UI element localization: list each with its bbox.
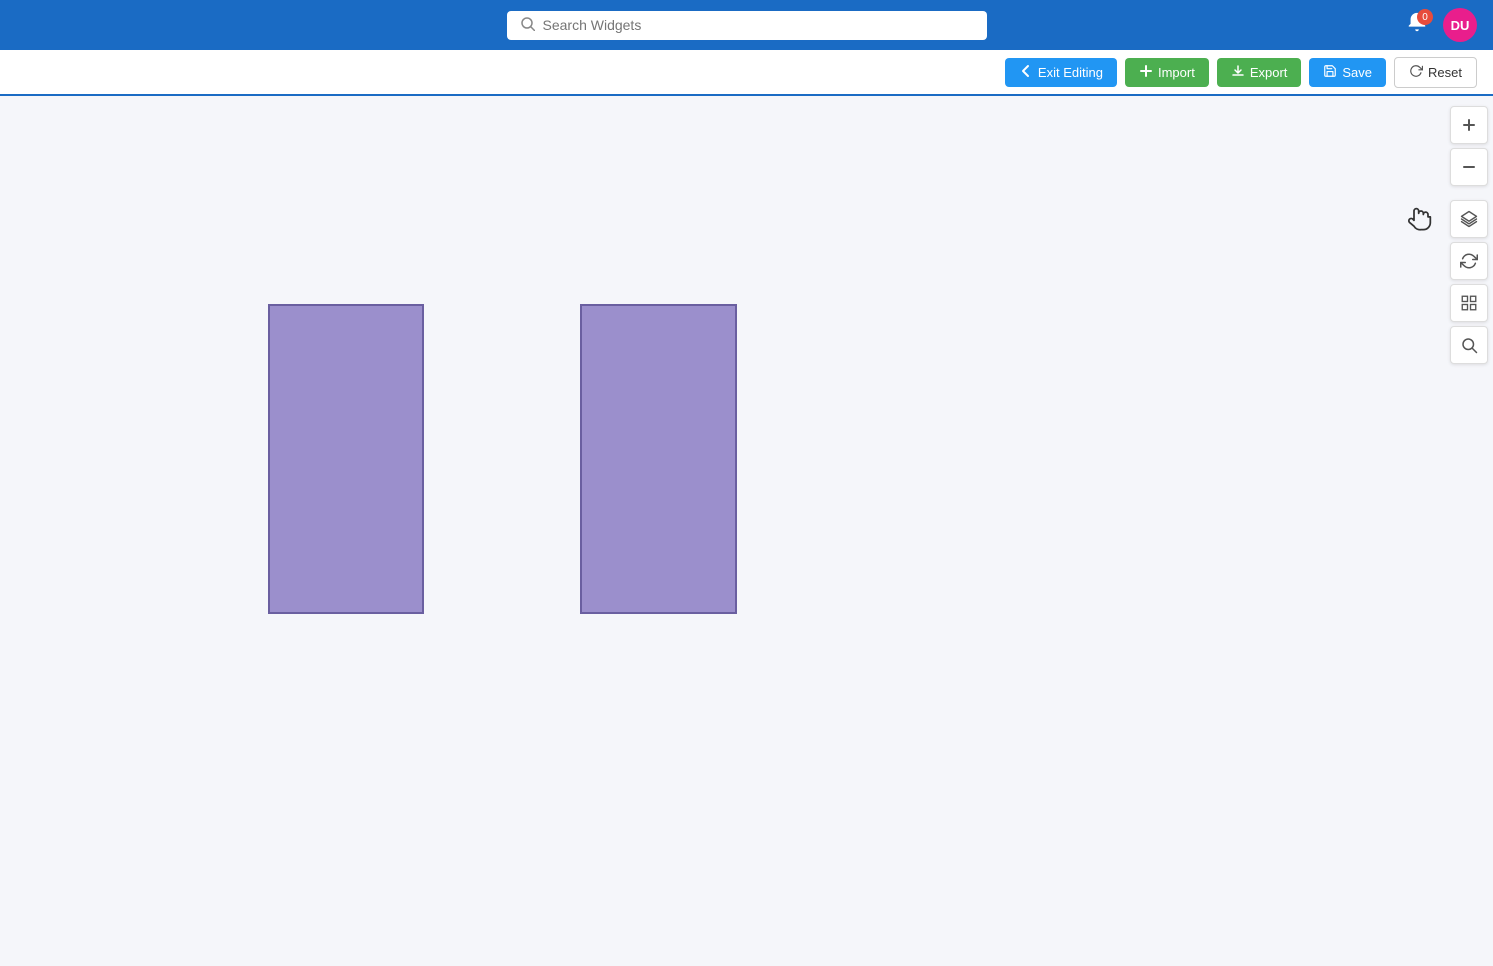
arrow-left-icon (1019, 64, 1033, 81)
nav-right: 0 DU (1401, 8, 1477, 42)
notification-button[interactable]: 0 (1401, 9, 1433, 41)
search-icon (521, 17, 535, 34)
cursor-icon (1407, 204, 1435, 238)
export-label: Export (1250, 65, 1288, 80)
plus-icon (1139, 64, 1153, 81)
save-icon (1323, 64, 1337, 81)
widget-box-2[interactable] (580, 304, 737, 614)
exit-editing-label: Exit Editing (1038, 65, 1103, 80)
reset-label: Reset (1428, 65, 1462, 80)
exit-editing-button[interactable]: Exit Editing (1005, 58, 1117, 87)
zoom-out-button[interactable] (1450, 148, 1488, 186)
import-label: Import (1158, 65, 1195, 80)
search-canvas-button[interactable] (1450, 326, 1488, 364)
notification-badge: 0 (1417, 9, 1433, 25)
save-button[interactable]: Save (1309, 58, 1386, 87)
navbar: 0 DU (0, 0, 1493, 50)
grid-button[interactable] (1450, 284, 1488, 322)
search-container (507, 11, 987, 40)
export-icon (1231, 64, 1245, 81)
save-label: Save (1342, 65, 1372, 80)
refresh-button[interactable] (1450, 242, 1488, 280)
avatar[interactable]: DU (1443, 8, 1477, 42)
canvas-area[interactable] (0, 96, 1493, 966)
widget-box-1[interactable] (268, 304, 424, 614)
reset-icon (1409, 64, 1423, 81)
zoom-in-button[interactable] (1450, 106, 1488, 144)
reset-button[interactable]: Reset (1394, 57, 1477, 88)
search-input[interactable] (543, 17, 973, 33)
import-button[interactable]: Import (1125, 58, 1209, 87)
side-toolbar (1445, 96, 1493, 364)
layers-button[interactable] (1450, 200, 1488, 238)
export-button[interactable]: Export (1217, 58, 1302, 87)
toolbar: Exit Editing Import Export Save (0, 50, 1493, 96)
